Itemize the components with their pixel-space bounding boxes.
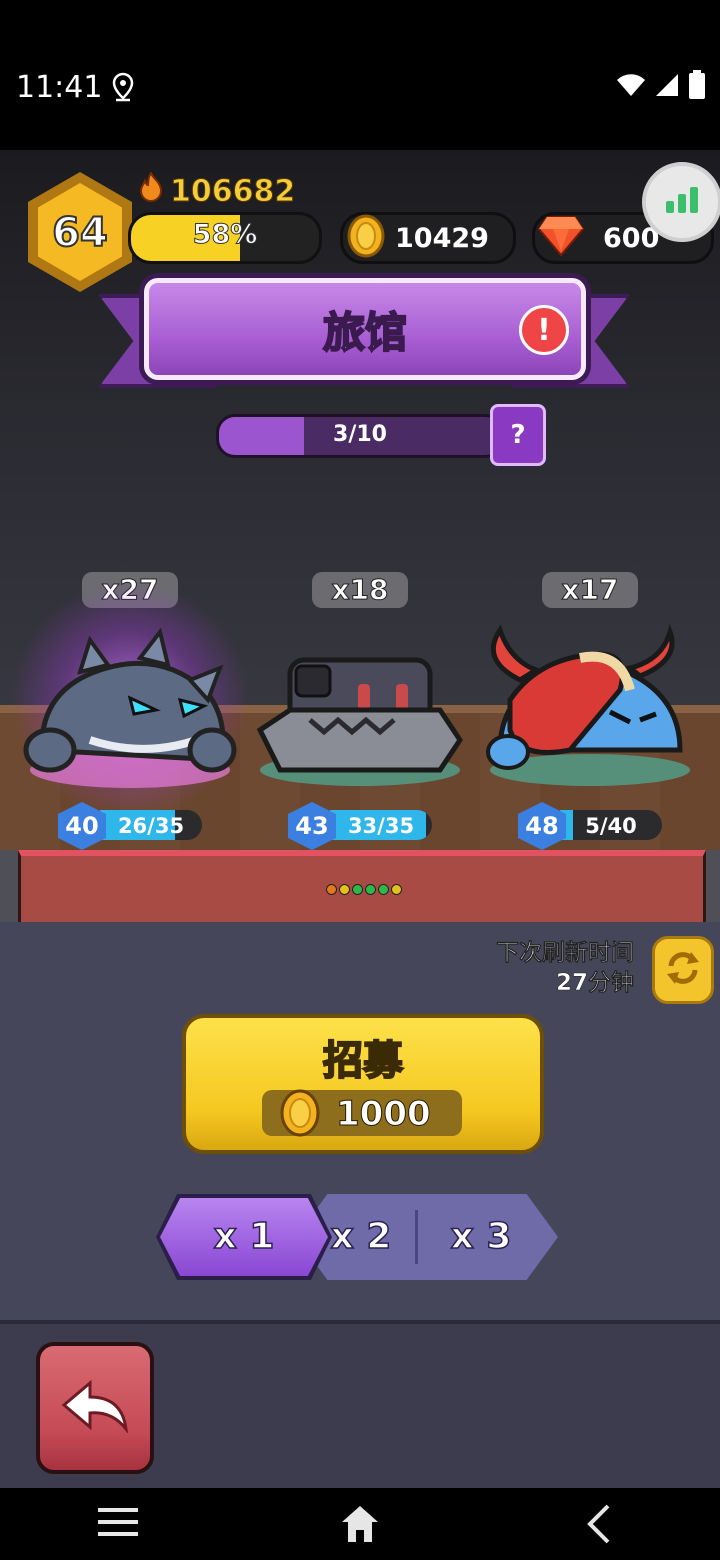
refresh-label: 下次刷新时间	[496, 940, 635, 967]
recruit-button[interactable]: 招募 1000	[182, 1014, 544, 1154]
hero-count-badge: x17	[542, 572, 638, 608]
cell-signal-icon	[654, 72, 680, 102]
coin-counter[interactable]: 10429	[340, 212, 516, 264]
wifi-icon	[616, 72, 646, 102]
multiplier-x1[interactable]: x 1	[156, 1194, 332, 1280]
player-level-badge[interactable]: 64	[28, 172, 132, 292]
hero-level-bar: 26/35 40	[58, 802, 204, 850]
banner-title: 旅馆	[322, 307, 408, 358]
hero-shards: 33/35	[347, 814, 415, 838]
home-icon[interactable]	[338, 1502, 382, 1550]
menu-icon[interactable]	[96, 1502, 140, 1546]
power-value: 106682	[169, 173, 296, 209]
coin-icon	[278, 1088, 322, 1142]
stats-button[interactable]	[642, 162, 720, 242]
recruit-cost: 1000	[262, 1089, 462, 1137]
gem-icon	[537, 215, 585, 261]
back-nav-icon[interactable]	[584, 1502, 614, 1550]
refresh-timer: 下次刷新时间 27分钟	[496, 938, 635, 998]
xp-percent: 58%	[192, 219, 258, 251]
hero-shards: 26/35	[117, 814, 185, 838]
hero-level: 43	[295, 812, 329, 840]
coin-value: 10429	[395, 223, 489, 254]
hero-horned-slime[interactable]	[480, 620, 700, 790]
help-button[interactable]: ?	[490, 404, 546, 466]
player-level: 64	[51, 209, 109, 257]
stats-icon	[664, 185, 700, 219]
refresh-remaining: 27分钟	[555, 970, 635, 997]
coin-icon	[345, 213, 387, 263]
location-icon	[110, 72, 136, 106]
page-dots	[326, 884, 402, 895]
tavern-banner: 旅馆 !	[144, 278, 586, 380]
refresh-button[interactable]	[652, 936, 714, 1004]
power-score: 106682	[138, 170, 296, 210]
hero-level-bar: 5/40 48	[518, 802, 664, 850]
recruit-progress-bar: 3/10	[216, 414, 504, 458]
xp-bar: 58%	[128, 212, 322, 264]
recruit-progress-text: 3/10	[333, 422, 387, 447]
recruit-cost-value: 1000	[336, 1094, 432, 1135]
battery-icon	[688, 70, 706, 104]
hero-level-bar: 33/35 43	[288, 802, 434, 850]
status-bar: 11:41	[0, 0, 720, 150]
hero-spiked-slime[interactable]	[10, 580, 250, 820]
tavern-screen: 64 106682 58% 10429 600 旅馆 ! 3/10 ? x18 …	[0, 150, 720, 1488]
hero-level: 40	[65, 812, 99, 840]
multiplier-x3[interactable]: x 3	[416, 1194, 546, 1280]
system-nav-bar	[0, 1488, 720, 1560]
back-button[interactable]	[36, 1342, 154, 1474]
status-time: 11:41	[16, 70, 103, 105]
hero-level: 48	[525, 812, 559, 840]
refresh-icon	[663, 948, 703, 992]
hero-shards: 5/40	[585, 814, 637, 838]
back-arrow-icon	[60, 1379, 130, 1437]
alert-icon[interactable]: !	[519, 305, 569, 355]
recruit-label: 招募	[322, 1037, 404, 1085]
flame-icon	[138, 170, 164, 210]
hero-cannon-slime[interactable]	[250, 620, 470, 790]
hero-count-badge: x18	[312, 572, 408, 608]
